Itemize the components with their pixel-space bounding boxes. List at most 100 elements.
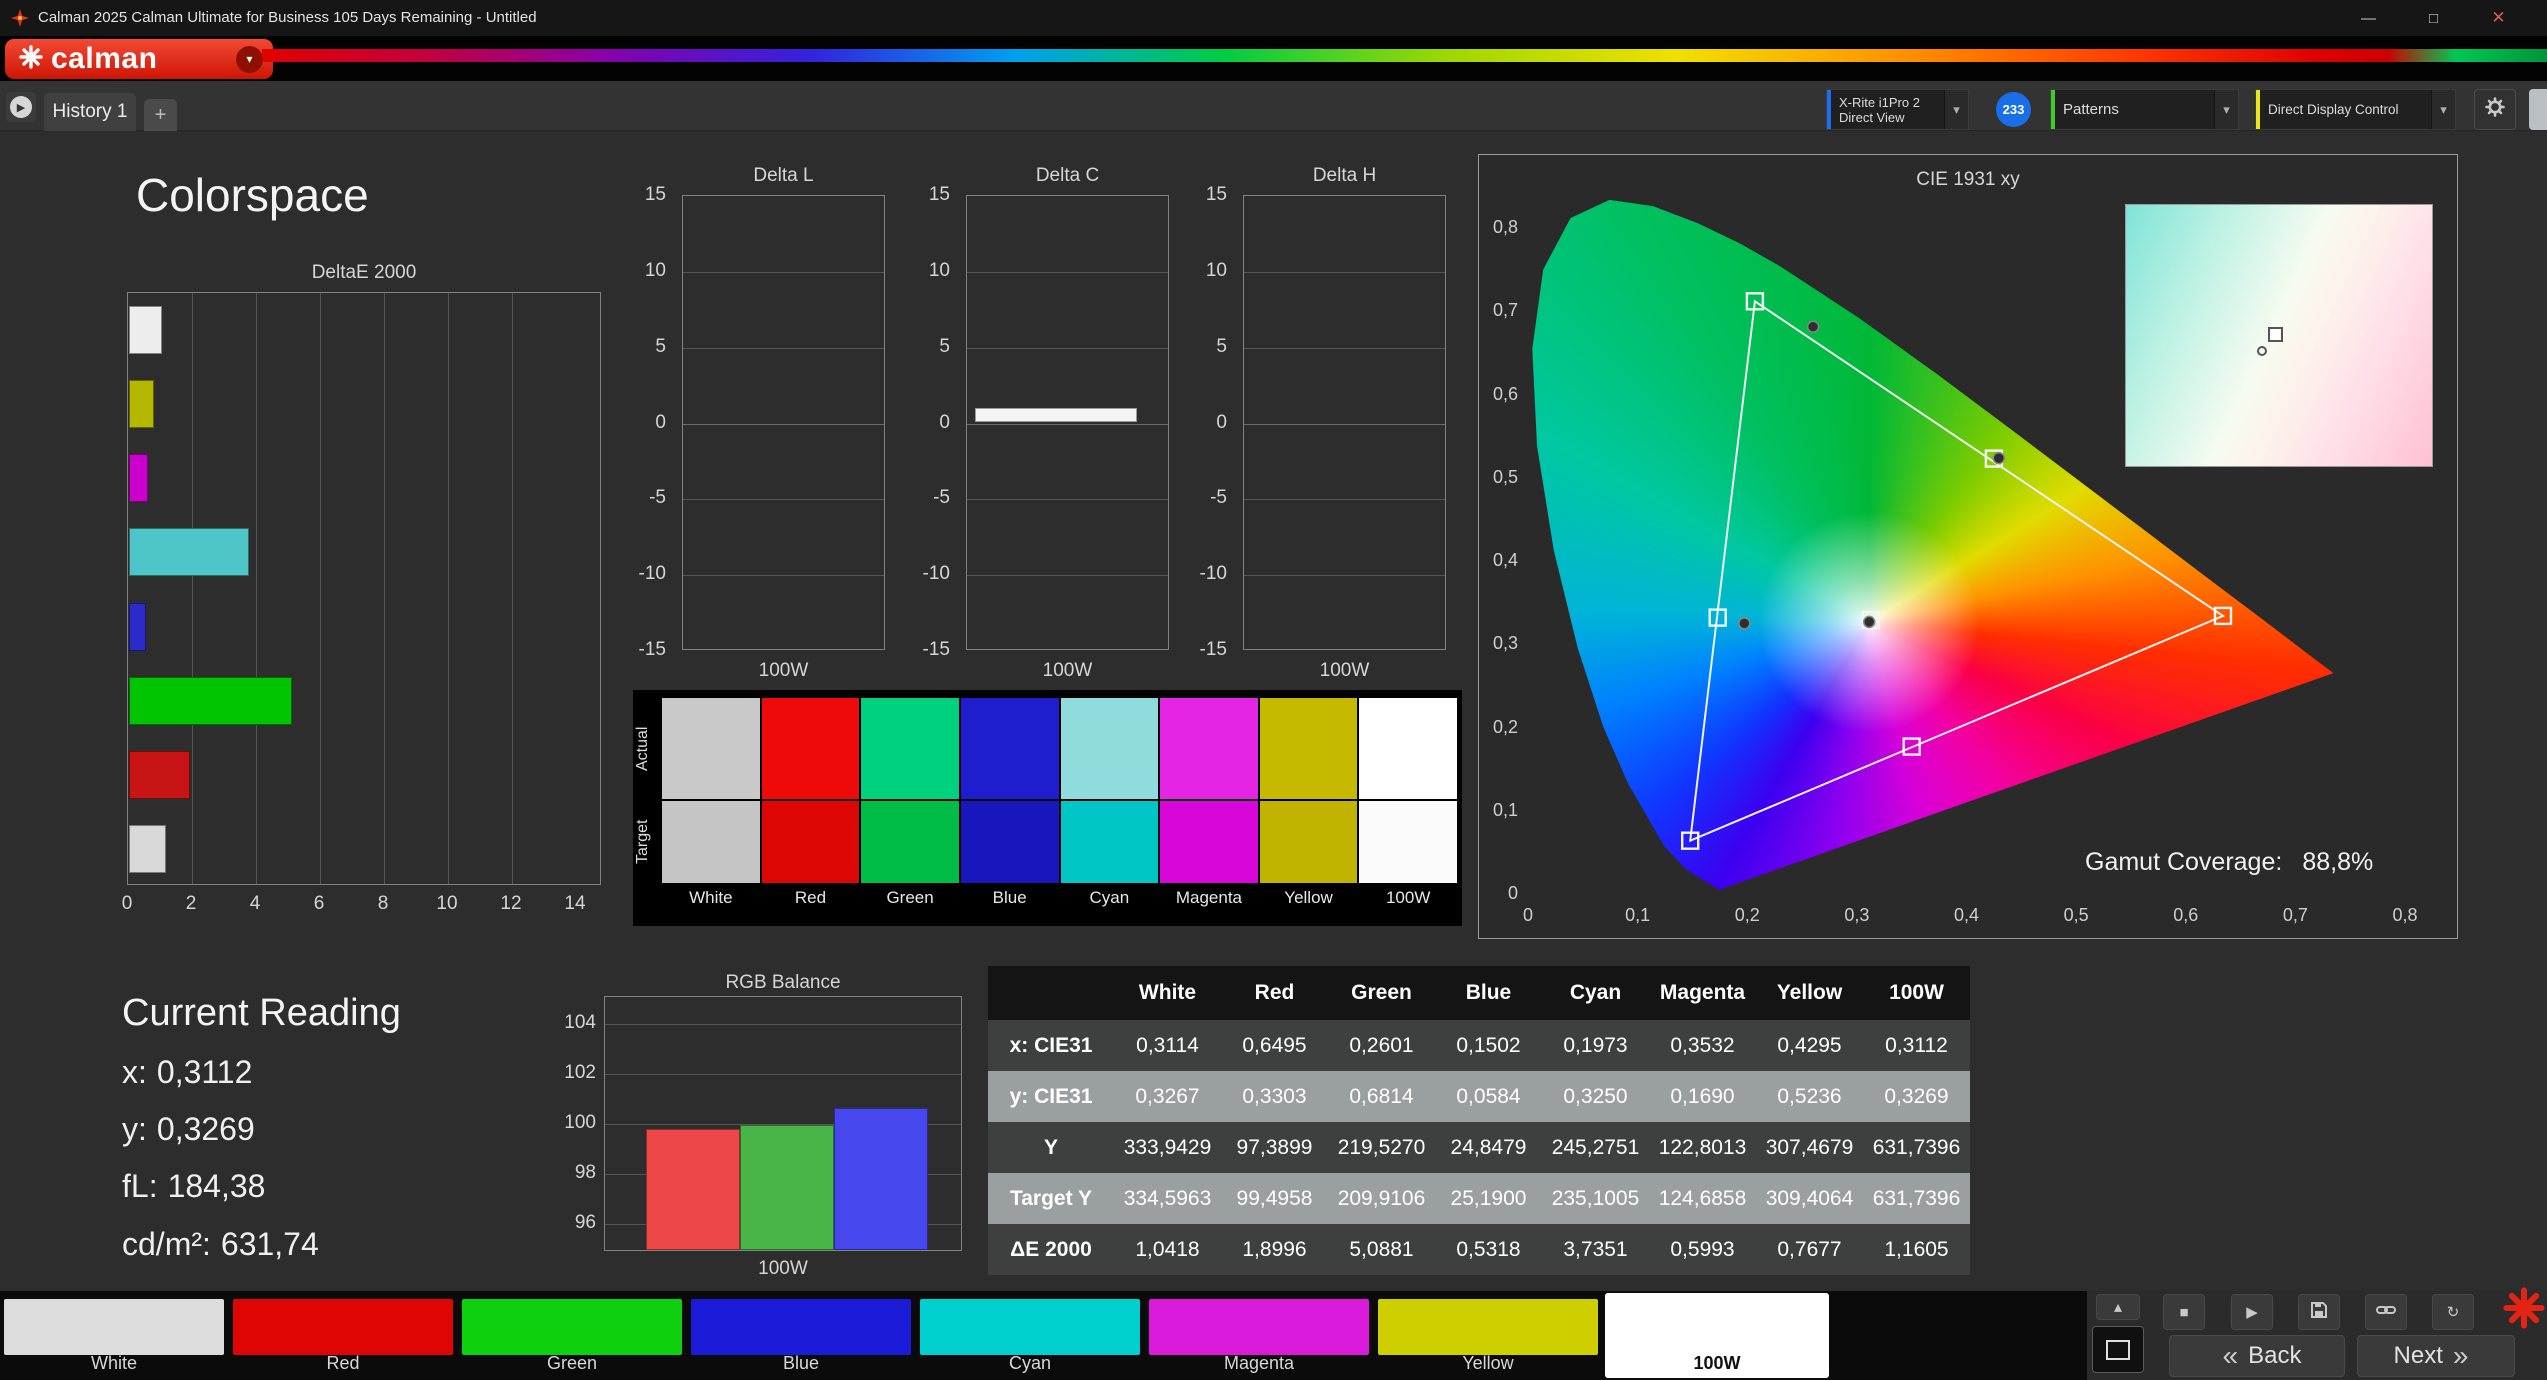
- patterns-dropdown-arrow-icon[interactable]: ▾: [2214, 90, 2238, 129]
- patterns-label: Patterns: [2063, 101, 2119, 118]
- tab-history-1[interactable]: History 1: [44, 93, 136, 131]
- delta-ytick: 0: [939, 411, 950, 433]
- table-cell: 1,8996: [1221, 1224, 1328, 1275]
- actual-swatch: [761, 698, 860, 799]
- stop-button[interactable]: ■: [2163, 1294, 2205, 1330]
- up-icon: ▴: [2113, 1299, 2123, 1316]
- app-icon: [10, 8, 30, 33]
- minimize-icon: —: [2361, 9, 2376, 27]
- delta-ytick: 10: [1205, 259, 1227, 281]
- rgb-bar-green: [740, 1125, 834, 1250]
- pattern-button-yellow[interactable]: Yellow: [1376, 1293, 1600, 1378]
- table-header-Blue: Blue: [1435, 966, 1542, 1020]
- display-control-dropdown-arrow-icon[interactable]: ▾: [2431, 90, 2455, 129]
- target-row-label: Target: [634, 819, 651, 865]
- table-cell: 25,1900: [1435, 1173, 1542, 1224]
- gear-icon: [2484, 96, 2506, 123]
- calman-star-icon: [19, 44, 43, 74]
- transport-controls: ▴ ■ ▶ ↻ «Back Next»: [2087, 1291, 2547, 1380]
- calman-app-window: Calman 2025 Calman Ultimate for Business…: [0, 0, 2547, 1380]
- actual-swatch: [861, 698, 959, 799]
- table-cell: 334,5963: [1114, 1173, 1221, 1224]
- rgb-ytick: 96: [574, 1212, 596, 1233]
- deltae-bar-magenta: [129, 454, 149, 503]
- link-button[interactable]: [2365, 1294, 2407, 1330]
- pattern-swatch: [1607, 1299, 1827, 1355]
- table-cell: 3,7351: [1542, 1224, 1649, 1275]
- reading-fl: fL: 184,38: [122, 1168, 266, 1204]
- table-cell: 209,9106: [1328, 1173, 1435, 1224]
- settings-button[interactable]: [2474, 89, 2516, 130]
- meter-dropdown-arrow-icon[interactable]: ▾: [1944, 90, 1968, 129]
- deltae-plot: [127, 292, 601, 885]
- play-icon: ▶: [2246, 1304, 2258, 1321]
- save-button[interactable]: [2298, 1294, 2340, 1330]
- delta-ytick: -10: [638, 563, 666, 585]
- pattern-button-cyan[interactable]: Cyan: [918, 1293, 1142, 1378]
- table-cell: 0,5993: [1649, 1224, 1756, 1275]
- pattern-button-green[interactable]: Green: [460, 1293, 684, 1378]
- delta-ytick: -15: [922, 639, 950, 660]
- play-button[interactable]: ▶: [2231, 1294, 2273, 1330]
- next-button[interactable]: Next»: [2357, 1335, 2515, 1377]
- cie-xtick: 0,3: [1844, 905, 1870, 925]
- tab-bar: ▶ History 1 + X-Rite i1Pro 2 Direct View…: [0, 81, 2547, 131]
- calman-logo-menu[interactable]: calman ▾: [5, 39, 273, 79]
- meter-dropdown[interactable]: X-Rite i1Pro 2 Direct View ▾: [1826, 89, 1969, 130]
- pattern-button-magenta[interactable]: Magenta: [1147, 1293, 1371, 1378]
- table-header-White: White: [1114, 966, 1221, 1020]
- back-button[interactable]: «Back: [2169, 1335, 2345, 1377]
- cie-ytick: 0,5: [1492, 466, 1518, 487]
- gamut-coverage-label: Gamut Coverage:: [2085, 848, 2283, 876]
- pattern-swatch: [1149, 1299, 1369, 1355]
- deltae-bar-red: [129, 750, 190, 799]
- table-cell: 235,1005: [1542, 1173, 1649, 1224]
- refresh-button[interactable]: ↻: [2432, 1294, 2474, 1330]
- plus-icon: +: [154, 103, 167, 126]
- patterns-dropdown[interactable]: Patterns ▾: [2050, 89, 2239, 130]
- panel-expander-button[interactable]: ▶: [6, 92, 36, 122]
- table-cell: 309,4064: [1756, 1173, 1863, 1224]
- scroll-up-button[interactable]: ▴: [2096, 1294, 2140, 1320]
- back-chevron-icon: «: [2222, 1340, 2239, 1371]
- display-control-label: Direct Display Control: [2268, 102, 2399, 117]
- edge-panel-button[interactable]: [2529, 89, 2547, 130]
- maximize-button[interactable]: □: [2401, 0, 2466, 36]
- add-tab-button[interactable]: +: [144, 99, 177, 131]
- cie-ytick: 0: [1507, 883, 1518, 903]
- delta-ytick: -15: [1199, 639, 1227, 660]
- display-control-dropdown[interactable]: Direct Display Control ▾: [2255, 89, 2456, 130]
- calman-alert-star-icon[interactable]: [2502, 1286, 2546, 1330]
- table-cell: 0,7677: [1756, 1224, 1863, 1275]
- deltae-bar-green: [129, 676, 292, 725]
- pattern-swatch: [462, 1299, 682, 1355]
- target-swatch: [1259, 801, 1358, 883]
- delta-chart-2: Delta H 15 10 5 0 -5 -10 -15 100W: [1173, 165, 1446, 685]
- pattern-count-badge[interactable]: 233: [1996, 92, 2031, 127]
- pattern-label: White: [90, 1353, 137, 1373]
- link-icon: [2375, 1300, 2397, 1324]
- delta-ytick: -5: [933, 487, 950, 509]
- save-icon: [2309, 1300, 2329, 1324]
- pattern-swatch: [1378, 1299, 1598, 1355]
- cie-xtick: 0,4: [1953, 905, 1980, 925]
- pattern-label: Red: [326, 1353, 360, 1373]
- table-cell: 99,4958: [1221, 1173, 1328, 1224]
- swatch-column-yellow: Yellow: [1259, 690, 1358, 926]
- table-row-label: y: CIE31: [988, 1071, 1114, 1122]
- pattern-window-button[interactable]: [2092, 1326, 2144, 1373]
- logo-menu-chevron-icon[interactable]: ▾: [236, 45, 263, 73]
- delta-plot-0: [682, 195, 885, 650]
- deltae-bar-blue: [129, 602, 147, 651]
- measured-marker: [1806, 320, 1820, 333]
- close-button[interactable]: ✕: [2466, 0, 2531, 36]
- pattern-button-100w[interactable]: 100W: [1605, 1293, 1829, 1378]
- pattern-button-red[interactable]: Red: [231, 1293, 455, 1378]
- table-cell: 97,3899: [1221, 1122, 1328, 1173]
- pattern-button-white[interactable]: White: [2, 1293, 226, 1378]
- pattern-button-blue[interactable]: Blue: [689, 1293, 913, 1378]
- table-cell: 333,9429: [1114, 1122, 1221, 1173]
- table-header-Yellow: Yellow: [1756, 966, 1863, 1020]
- minimize-button[interactable]: —: [2336, 0, 2401, 36]
- target-swatch: [960, 801, 1059, 883]
